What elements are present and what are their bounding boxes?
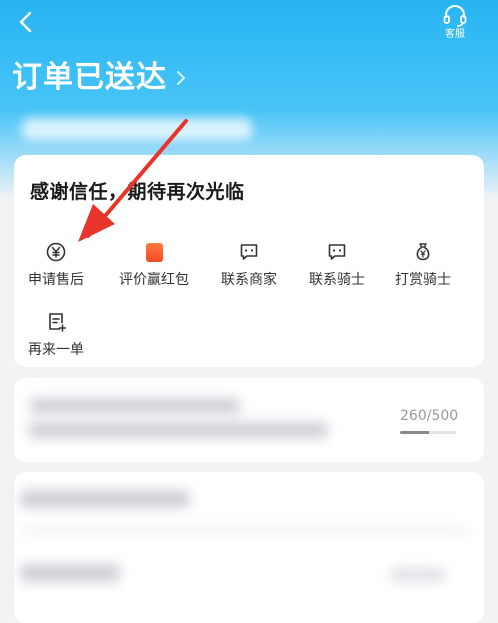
apply-after-sales-button[interactable]: 申请售后 (8, 241, 104, 289)
action-label: 申请售后 (28, 272, 84, 288)
progress-track (400, 431, 456, 434)
reorder-note-icon (45, 311, 67, 333)
blurred-delivery-info (22, 118, 252, 140)
money-bag-icon (412, 241, 434, 263)
blurred-order-text (20, 564, 120, 582)
thanks-message: 感谢信任，期待再次光临 (30, 181, 245, 203)
red-packet-icon (143, 241, 165, 263)
blurred-order-value (390, 568, 446, 582)
order-info-card (14, 472, 484, 623)
blurred-review-text (28, 422, 328, 438)
thanks-card: 感谢信任，期待再次光临 申请售后 评价赢红包 联系商家 联系骑士 打赏骑士 再来… (14, 155, 484, 367)
action-label: 评价赢红包 (119, 272, 189, 288)
chevron-left-icon (19, 11, 32, 33)
reorder-button[interactable]: 再来一单 (8, 311, 104, 359)
action-label: 打赏骑士 (395, 272, 451, 288)
chevron-right-icon (177, 71, 185, 85)
yuan-circle-icon (45, 241, 67, 263)
contact-merchant-button[interactable]: 联系商家 (201, 241, 297, 289)
action-label: 再来一单 (28, 342, 84, 358)
review-card: 260/500 (14, 378, 484, 462)
action-label: 联系骑士 (309, 272, 365, 288)
review-red-packet-button[interactable]: 评价赢红包 (106, 241, 202, 289)
headset-icon (443, 5, 467, 27)
back-button[interactable] (6, 4, 46, 40)
blurred-order-text (20, 490, 190, 508)
chat-bubble-icon (238, 241, 260, 263)
character-counter: 260/500 (400, 408, 459, 424)
tip-rider-button[interactable]: 打赏骑士 (375, 241, 471, 289)
customer-service-button[interactable]: 客服 (432, 4, 478, 44)
action-label: 联系商家 (221, 272, 277, 288)
contact-rider-button[interactable]: 联系骑士 (289, 241, 385, 289)
chat-bubble-icon (326, 241, 348, 263)
blurred-divider (20, 528, 470, 532)
order-status-title[interactable]: 订单已送达 (12, 56, 190, 100)
blurred-review-text (30, 398, 240, 414)
page-title: 订单已送达 (12, 60, 167, 95)
customer-service-label: 客服 (445, 29, 465, 40)
progress-fill (400, 431, 430, 434)
